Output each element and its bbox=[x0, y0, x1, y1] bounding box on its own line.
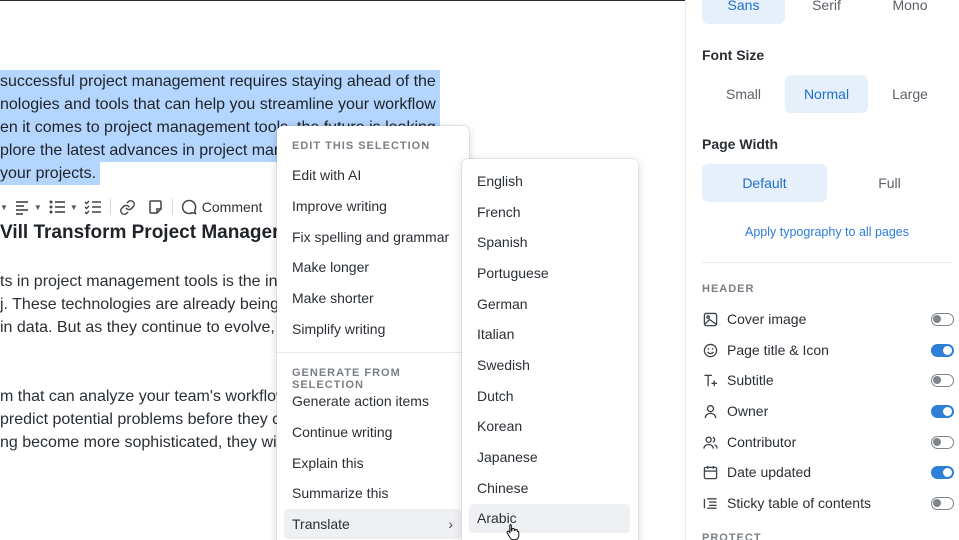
formatting-toolbar: ▼ ▼ ▼ Comment bbox=[0, 194, 262, 220]
chevron-down-icon[interactable]: ▼ bbox=[0, 203, 8, 212]
menu-item-generate-action-items[interactable]: Generate action items bbox=[284, 386, 461, 416]
subtitle-toggle[interactable] bbox=[931, 373, 954, 387]
section-heading[interactable]: Vill Transform Project Managem bbox=[0, 220, 289, 246]
chevron-right-icon: › bbox=[448, 516, 453, 532]
header-option-owner: Owner bbox=[702, 399, 954, 423]
paragraph-line[interactable]: predict potential problems before they c bbox=[0, 408, 280, 431]
language-option-french[interactable]: French bbox=[469, 198, 630, 227]
size-option-large[interactable]: Large bbox=[868, 75, 952, 113]
width-option-default[interactable]: Default bbox=[702, 164, 827, 202]
width-option-full[interactable]: Full bbox=[827, 164, 952, 202]
language-option-japanese[interactable]: Japanese bbox=[469, 443, 630, 472]
chevron-down-icon[interactable]: ▼ bbox=[70, 203, 78, 212]
users-icon bbox=[702, 434, 718, 450]
menu-item-improve-writing[interactable]: Improve writing bbox=[284, 191, 461, 221]
paragraph-line[interactable]: ng become more sophisticated, they will bbox=[0, 431, 284, 454]
font-size-label: Font Size bbox=[702, 47, 765, 63]
translate-submenu: English French Spanish Portuguese German… bbox=[462, 159, 638, 540]
toolbar-divider bbox=[171, 199, 173, 215]
menu-item-translate[interactable]: Translate › bbox=[284, 509, 461, 539]
language-option-portuguese[interactable]: Portuguese bbox=[469, 259, 630, 288]
header-option-label: Cover image bbox=[727, 311, 807, 327]
checklist-icon[interactable] bbox=[84, 195, 102, 219]
language-option-korean[interactable]: Korean bbox=[469, 412, 630, 441]
language-option-italian[interactable]: Italian bbox=[469, 320, 630, 349]
menu-item-summarize-this[interactable]: Summarize this bbox=[284, 478, 461, 508]
page-title-toggle[interactable] bbox=[931, 343, 954, 357]
apply-typography-link[interactable]: Apply typography to all pages bbox=[702, 225, 952, 239]
typography-panel: Sans Serif Mono Font Size Small Normal L… bbox=[685, 0, 959, 540]
font-option-sans[interactable]: Sans bbox=[702, 0, 785, 24]
selected-text-line[interactable]: nologies and tools that can help you str… bbox=[0, 93, 440, 116]
header-option-cover-image: Cover image bbox=[702, 307, 954, 331]
text-plus-icon bbox=[702, 372, 718, 388]
menu-divider bbox=[277, 352, 469, 353]
toolbar-divider bbox=[109, 199, 111, 215]
language-option-dutch[interactable]: Dutch bbox=[469, 382, 630, 411]
font-option-mono[interactable]: Mono bbox=[868, 0, 952, 24]
sticky-toc-toggle[interactable] bbox=[931, 496, 954, 510]
comment-button[interactable]: Comment bbox=[202, 199, 263, 215]
user-icon bbox=[702, 403, 718, 419]
image-icon bbox=[702, 311, 718, 327]
header-option-label: Date updated bbox=[727, 464, 812, 480]
panel-divider bbox=[702, 262, 951, 263]
selected-text-line[interactable]: plore the latest advances in project man… bbox=[0, 139, 296, 162]
paragraph-line[interactable]: m that can analyze your team's workflow bbox=[0, 385, 288, 408]
size-option-small[interactable]: Small bbox=[702, 75, 785, 113]
list-icon bbox=[702, 495, 718, 511]
menu-item-fix-spelling[interactable]: Fix spelling and grammar bbox=[284, 222, 461, 252]
selected-text-line[interactable]: your projects. bbox=[0, 162, 101, 185]
menu-item-make-shorter[interactable]: Make shorter bbox=[284, 283, 461, 313]
menu-section-title: EDIT THIS SELECTION bbox=[292, 140, 431, 152]
date-updated-toggle[interactable] bbox=[931, 465, 954, 479]
owner-toggle[interactable] bbox=[931, 404, 954, 418]
header-option-contributor: Contributor bbox=[702, 430, 954, 454]
header-section-title: HEADER bbox=[702, 283, 755, 295]
font-option-serif[interactable]: Serif bbox=[785, 0, 868, 24]
header-option-date-updated: Date updated bbox=[702, 460, 954, 484]
comment-icon[interactable] bbox=[181, 195, 197, 219]
hand-pointer-cursor-icon bbox=[505, 523, 521, 540]
header-option-label: Page title & Icon bbox=[727, 342, 829, 358]
language-option-spanish[interactable]: Spanish bbox=[469, 228, 630, 257]
chevron-down-icon[interactable]: ▼ bbox=[34, 203, 42, 212]
contributor-toggle[interactable] bbox=[931, 435, 954, 449]
size-option-normal[interactable]: Normal bbox=[785, 75, 868, 113]
menu-item-label: Translate bbox=[292, 516, 350, 532]
smiley-icon bbox=[702, 342, 718, 358]
bullet-list-icon[interactable] bbox=[48, 195, 66, 219]
menu-item-explain-this[interactable]: Explain this bbox=[284, 448, 461, 478]
menu-item-edit-with-ai[interactable]: Edit with AI bbox=[284, 160, 461, 190]
calendar-icon bbox=[702, 464, 718, 480]
header-option-label: Subtitle bbox=[727, 372, 774, 388]
cover-image-toggle[interactable] bbox=[931, 312, 954, 326]
language-option-arabic[interactable]: Arabic bbox=[469, 504, 630, 533]
header-option-label: Sticky table of contents bbox=[727, 495, 871, 511]
header-option-label: Owner bbox=[727, 403, 769, 419]
ai-context-menu: EDIT THIS SELECTION Edit with AI Improve… bbox=[277, 126, 469, 540]
header-option-sticky-toc: Sticky table of contents bbox=[702, 491, 954, 515]
language-option-swedish[interactable]: Swedish bbox=[469, 351, 630, 380]
paragraph-line[interactable]: in data. But as they continue to evolve,… bbox=[0, 316, 284, 339]
align-left-icon[interactable] bbox=[14, 195, 30, 219]
selected-text-line[interactable]: successful project management requires s… bbox=[0, 70, 440, 93]
language-option-chinese[interactable]: Chinese bbox=[469, 474, 630, 503]
menu-item-continue-writing[interactable]: Continue writing bbox=[284, 417, 461, 447]
language-option-german[interactable]: German bbox=[469, 290, 630, 319]
language-option-english[interactable]: English bbox=[469, 167, 630, 196]
header-option-page-title: Page title & Icon bbox=[702, 338, 954, 362]
paragraph-line[interactable]: j. These technologies are already being … bbox=[0, 293, 292, 316]
header-option-label: Contributor bbox=[727, 434, 797, 450]
link-icon[interactable] bbox=[119, 195, 136, 219]
menu-item-make-longer[interactable]: Make longer bbox=[284, 252, 461, 282]
page-width-label: Page Width bbox=[702, 136, 779, 152]
note-icon[interactable] bbox=[148, 195, 164, 219]
menu-item-simplify-writing[interactable]: Simplify writing bbox=[284, 314, 461, 344]
paragraph-line[interactable]: ts in project management tools is the in… bbox=[0, 270, 282, 293]
header-option-subtitle: Subtitle bbox=[702, 368, 954, 392]
protect-section-title: PROTECT bbox=[702, 532, 762, 540]
